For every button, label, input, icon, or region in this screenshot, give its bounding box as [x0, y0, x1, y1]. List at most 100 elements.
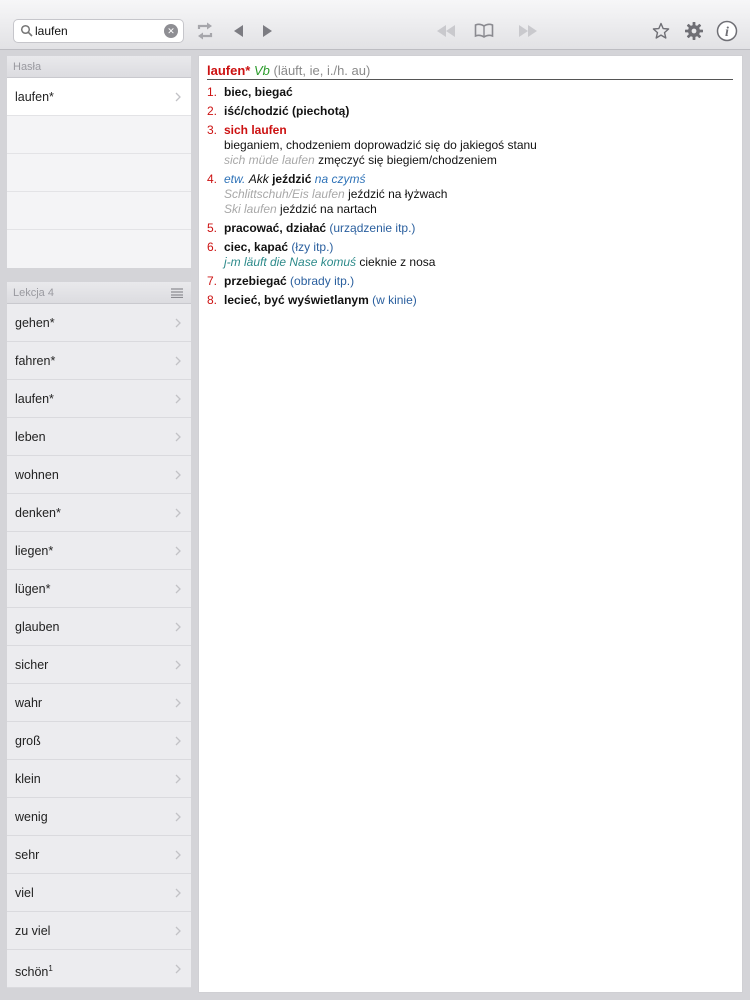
case-marker: Akk — [248, 172, 269, 186]
lesson-header: Lekcja 4 — [7, 282, 191, 304]
headword-line: laufen* Vb (läuft, ie, i./h. au) — [207, 63, 733, 80]
refresh-icon[interactable] — [193, 19, 217, 43]
chevron-right-icon — [175, 470, 181, 480]
lesson-item[interactable]: wohnen — [7, 456, 191, 494]
clear-icon[interactable]: ✕ — [164, 24, 178, 38]
usage-note: (urządzenie itp.) — [329, 221, 416, 235]
entry-row[interactable]: laufen* — [7, 78, 191, 116]
lesson-item[interactable]: zu viel — [7, 912, 191, 950]
headword: laufen* — [207, 63, 251, 78]
grammar-forms: (läuft, ie, i./h. au) — [273, 63, 371, 78]
lesson-item[interactable]: sicher — [7, 646, 191, 684]
info-icon[interactable]: i — [715, 19, 739, 43]
homonym-number: 1 — [48, 964, 53, 973]
lesson-item-label: viel — [15, 886, 34, 900]
fast-forward-icon[interactable] — [516, 19, 540, 43]
sense-number: 7. — [207, 274, 218, 288]
lesson-item[interactable]: lügen* — [7, 570, 191, 608]
sense-number: 4. — [207, 172, 218, 186]
svg-text:i: i — [725, 25, 729, 40]
lesson-item[interactable]: denken* — [7, 494, 191, 532]
lesson-item[interactable]: schön1 — [7, 950, 191, 988]
translation: biec, biegać — [224, 85, 293, 99]
sense-5: 5. pracować, działać (urządzenie itp.) — [207, 221, 733, 236]
example-pl: jeździć na nartach — [280, 202, 377, 216]
definition: bieganiem, chodzeniem doprowadzić się do… — [224, 138, 537, 152]
sense-2: 2. iść/chodzić (piechotą) — [207, 104, 733, 119]
lesson-item-label: klein — [15, 772, 41, 786]
translation: iść/chodzić (piechotą) — [224, 104, 350, 118]
translation: jeździć — [272, 172, 312, 186]
sense-3: 3. sich laufen bieganiem, chodzeniem dop… — [207, 123, 733, 168]
lesson-list: gehen* fahren* laufen* leben wohnen denken* li… — [7, 304, 191, 988]
sense-6: 6. ciec, kapać (łzy itp.) j-m läuft die … — [207, 240, 733, 270]
lesson-item[interactable]: sehr — [7, 836, 191, 874]
chevron-right-icon — [175, 888, 181, 898]
chevron-right-icon — [175, 774, 181, 784]
forward-arrow-icon[interactable] — [256, 19, 280, 43]
sense-number: 5. — [207, 221, 218, 235]
sense-number: 2. — [207, 104, 218, 118]
entries-header: Hasła — [7, 56, 191, 78]
list-icon[interactable] — [171, 288, 183, 298]
example-pl: jeździć na łyżwach — [348, 187, 448, 201]
search-box[interactable]: ✕ — [13, 19, 184, 43]
entry-label: laufen* — [15, 90, 54, 104]
entry-row-empty — [7, 116, 191, 154]
sense-number: 8. — [207, 293, 218, 307]
lesson-item-label: liegen* — [15, 544, 54, 558]
sense-4: 4. etw. Akk jeździć na czymś Schlittschu… — [207, 172, 733, 217]
back-arrow-icon[interactable] — [226, 19, 250, 43]
lesson-item[interactable]: glauben — [7, 608, 191, 646]
usage-note: (łzy itp.) — [291, 240, 334, 254]
lesson-item-label: gehen* — [15, 316, 55, 330]
chevron-right-icon — [175, 850, 181, 860]
translation: ciec, kapać — [224, 240, 289, 254]
lesson-item-label: denken* — [15, 506, 61, 520]
star-icon[interactable] — [649, 19, 673, 43]
lesson-item[interactable]: viel — [7, 874, 191, 912]
lesson-item[interactable]: liegen* — [7, 532, 191, 570]
example-de: Schlittschuh/Eis laufen — [224, 187, 345, 201]
example-de: j-m läuft die Nase komuś — [224, 255, 357, 269]
chevron-right-icon — [175, 812, 181, 822]
chevron-right-icon — [175, 92, 181, 102]
translation: lecieć, być wyświetlanym — [224, 293, 369, 307]
lesson-item-label: wahr — [15, 696, 43, 710]
lesson-item-label: groß — [15, 734, 41, 748]
lesson-item[interactable]: wenig — [7, 798, 191, 836]
lesson-item[interactable]: groß — [7, 722, 191, 760]
book-icon[interactable] — [472, 19, 496, 43]
sense-number: 6. — [207, 240, 218, 254]
lesson-item[interactable]: fahren* — [7, 342, 191, 380]
lesson-item-label: schön — [15, 965, 49, 980]
entry-row-empty — [7, 154, 191, 192]
example-de: sich müde laufen — [224, 153, 315, 167]
lesson-item[interactable]: laufen* — [7, 380, 191, 418]
lesson-item-label: leben — [15, 430, 46, 444]
phrase: sich laufen — [224, 123, 287, 137]
gear-icon[interactable] — [682, 19, 706, 43]
lesson-item-label: sehr — [15, 848, 40, 862]
sense-1: 1. biec, biegać — [207, 85, 733, 100]
lesson-item-label: zu viel — [15, 924, 51, 938]
lesson-section: Lekcja 4 gehen* fahren* laufen* leben wohnen… — [7, 282, 191, 988]
chevron-right-icon — [175, 432, 181, 442]
chevron-right-icon — [175, 660, 181, 670]
search-icon — [20, 24, 33, 37]
chevron-right-icon — [175, 926, 181, 936]
example-de: Ski laufen — [224, 202, 277, 216]
search-input[interactable] — [35, 22, 160, 40]
chevron-right-icon — [175, 584, 181, 594]
lesson-item-label: wohnen — [15, 468, 59, 482]
lesson-item-label: lügen* — [15, 582, 51, 596]
translation: pracować, działać — [224, 221, 327, 235]
rewind-icon[interactable] — [434, 19, 458, 43]
lesson-item[interactable]: leben — [7, 418, 191, 456]
chevron-right-icon — [175, 622, 181, 632]
lesson-item-label: wenig — [15, 810, 48, 824]
lesson-item[interactable]: gehen* — [7, 304, 191, 342]
lesson-item[interactable]: klein — [7, 760, 191, 798]
sidebar: Hasła laufen* Lekcja 4 gehen* fahren* lauf… — [7, 56, 191, 988]
lesson-item[interactable]: wahr — [7, 684, 191, 722]
